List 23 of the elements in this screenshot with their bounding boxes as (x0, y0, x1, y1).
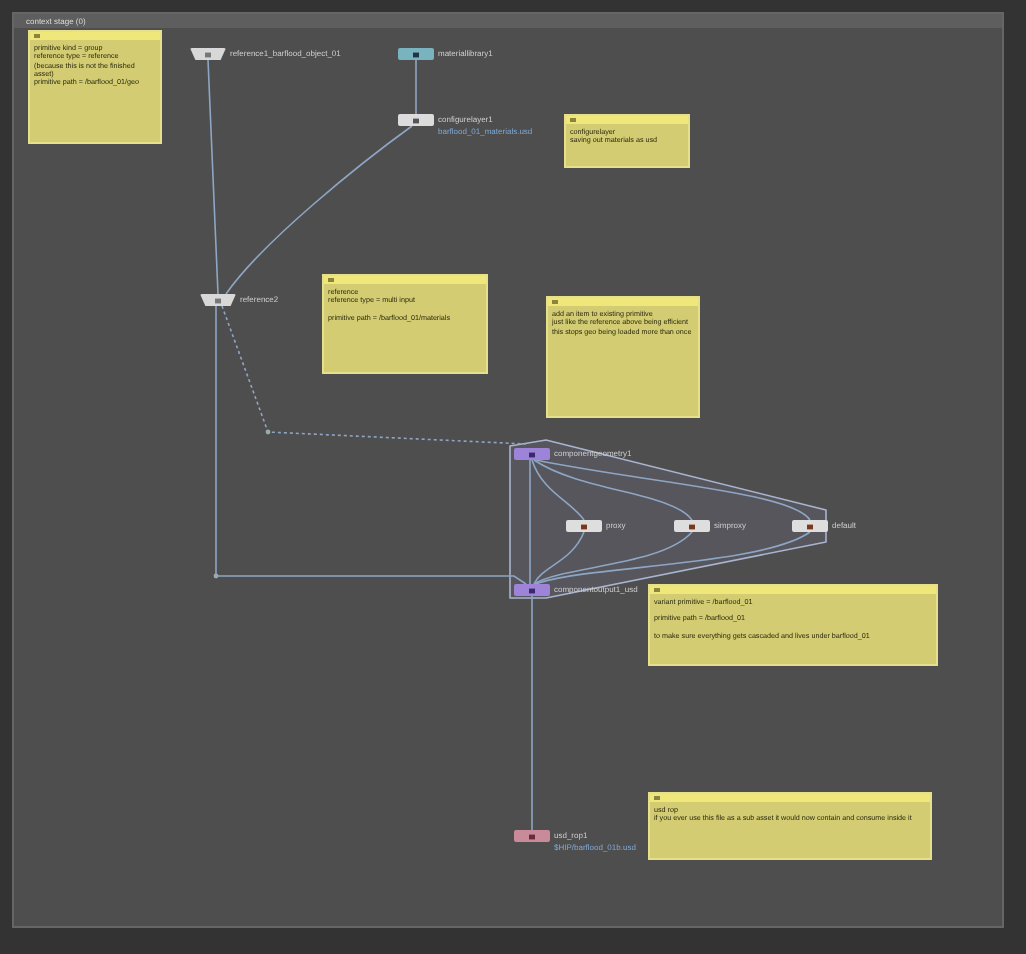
node[interactable] (200, 294, 236, 306)
node[interactable] (674, 520, 710, 532)
node[interactable] (190, 48, 226, 60)
node-icon (214, 297, 222, 303)
node-icon (688, 523, 696, 529)
node[interactable] (398, 114, 434, 126)
node[interactable] (514, 584, 550, 596)
wire-dot (265, 429, 271, 435)
connection-wire (415, 59, 417, 115)
node[interactable] (566, 520, 602, 532)
node-icon (806, 523, 814, 529)
node[interactable] (514, 448, 550, 460)
node[interactable] (792, 520, 828, 532)
node-icon (528, 587, 536, 593)
node[interactable] (398, 48, 434, 60)
node-icon (528, 833, 536, 839)
node-icon (580, 523, 588, 529)
node-icon (412, 117, 420, 123)
node-icon (528, 451, 536, 457)
node-icon (204, 51, 212, 57)
node[interactable] (514, 830, 550, 842)
wire-dot (213, 573, 219, 579)
node-icon (412, 51, 420, 57)
